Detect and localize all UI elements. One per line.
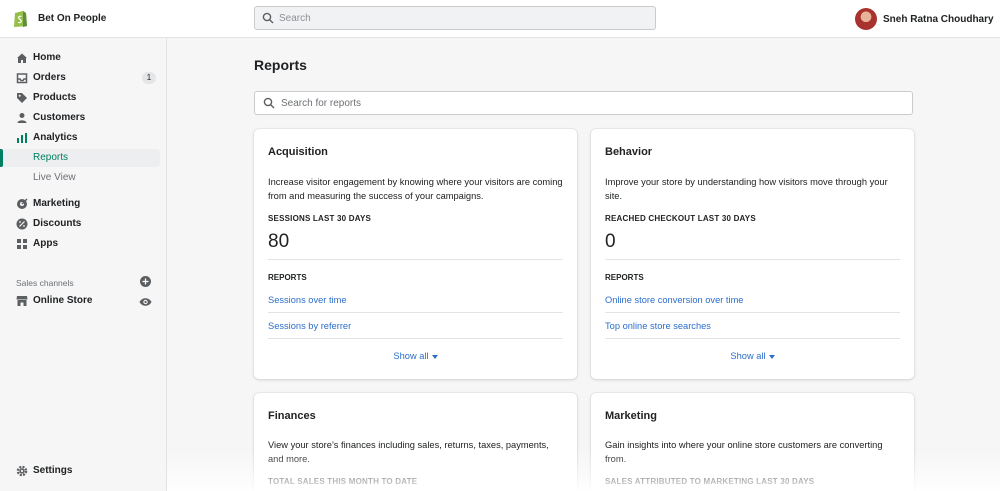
page-title: Reports [254,57,307,73]
metric-label: SALES ATTRIBUTED TO MARKETING LAST 30 DA… [605,477,815,486]
sidebar-item-label: Marketing [33,198,81,209]
report-link[interactable]: Online store conversion over time [605,295,743,305]
report-search[interactable] [254,91,913,115]
card-title: Marketing [605,410,657,422]
show-all-button[interactable]: Show all [591,351,914,361]
card-title: Behavior [605,146,653,158]
report-link[interactable]: Sessions over time [268,295,347,305]
person-icon [17,113,27,123]
sidebar-item-label: Apps [33,238,58,249]
metric-label: REACHED CHECKOUT LAST 30 DAYS [605,214,756,223]
divider [268,338,563,339]
user-name[interactable]: Sneh Ratna Choudhary [883,14,994,25]
sidebar-item-reports[interactable]: Reports [0,149,160,167]
marketing-icon [17,198,28,209]
caret-down-icon [431,354,438,359]
acquisition-card: Acquisition Increase visitor engagement … [254,129,577,379]
sidebar-item-label: Customers [33,112,86,123]
sidebar-item-label: Settings [33,465,73,476]
sidebar-item-label: Live View [33,172,76,183]
show-all-label: Show all [730,351,766,361]
metric-value: 0 [605,231,616,252]
sidebar-item-label: Reports [33,152,69,163]
sidebar-item-orders[interactable]: Orders 1 [0,69,160,87]
behavior-card: Behavior Improve your store by understan… [591,129,914,379]
sidebar: Home Orders 1 Products Customers Analyti… [0,38,167,491]
report-link[interactable]: Sessions by referrer [268,321,351,331]
shopify-logo-icon[interactable] [12,9,29,28]
sidebar-item-settings[interactable]: Settings [0,462,160,480]
bar-chart-icon [17,133,27,143]
card-description: Increase visitor engagement by knowing w… [268,177,563,201]
sidebar-item-label: Discounts [33,218,82,229]
add-sales-channel-icon[interactable] [140,276,151,287]
store-name[interactable]: Bet On People [38,13,106,24]
search-icon [263,97,275,109]
active-indicator [0,149,3,167]
divider [605,259,900,260]
avatar[interactable] [855,8,877,30]
gear-icon [16,465,28,477]
marketing-card: Marketing Gain insights into where your … [591,393,914,491]
report-search-input[interactable] [281,95,881,111]
top-bar: Bet On People Sneh Ratna Choudhary [0,0,1000,38]
sidebar-item-live-view[interactable]: Live View [0,169,160,187]
discount-icon [16,218,28,230]
apps-icon [17,239,27,249]
card-title: Acquisition [268,146,328,158]
caret-down-icon [768,354,775,359]
tag-icon [17,93,27,103]
sidebar-item-apps[interactable]: Apps [0,235,160,253]
sidebar-item-label: Online Store [33,295,93,306]
show-all-label: Show all [393,351,429,361]
reports-label: REPORTS [605,273,644,282]
sidebar-item-label: Products [33,92,77,103]
store-icon [16,296,28,306]
sidebar-item-online-store[interactable]: Online Store [0,292,160,310]
sidebar-item-label: Orders [33,72,66,83]
metric-label: TOTAL SALES THIS MONTH TO DATE [268,477,418,486]
card-title: Finances [268,410,316,422]
sales-channels-heading: Sales channels [16,278,74,288]
sidebar-item-analytics[interactable]: Analytics [0,129,160,147]
global-search-input[interactable] [279,10,639,26]
orders-icon [16,73,28,84]
finances-card: Finances View your store’s finances incl… [254,393,577,491]
sidebar-item-home[interactable]: Home [0,49,160,67]
sidebar-item-discounts[interactable]: Discounts [0,215,160,233]
sidebar-item-label: Analytics [33,132,78,143]
user-menu[interactable]: Sneh Ratna Choudhary [855,8,994,30]
divider [268,312,563,313]
divider [268,259,563,260]
divider [605,312,900,313]
metric-value: 80 [268,231,290,252]
sidebar-item-customers[interactable]: Customers [0,109,160,127]
global-search[interactable] [254,6,656,30]
card-description: View your store’s finances including sal… [268,440,549,464]
eye-icon[interactable] [139,296,152,308]
card-description: Gain insights into where your online sto… [605,440,883,464]
reports-label: REPORTS [268,273,307,282]
card-description: Improve your store by understanding how … [605,177,888,201]
sidebar-item-label: Home [33,52,61,63]
sidebar-item-marketing[interactable]: Marketing [0,195,160,213]
sidebar-item-products[interactable]: Products [0,89,160,107]
search-icon [262,12,274,24]
divider [605,338,900,339]
orders-count-badge: 1 [142,72,156,84]
home-icon [17,53,27,63]
metric-label: SESSIONS LAST 30 DAYS [268,214,372,223]
report-link[interactable]: Top online store searches [605,321,711,331]
show-all-button[interactable]: Show all [254,351,577,361]
